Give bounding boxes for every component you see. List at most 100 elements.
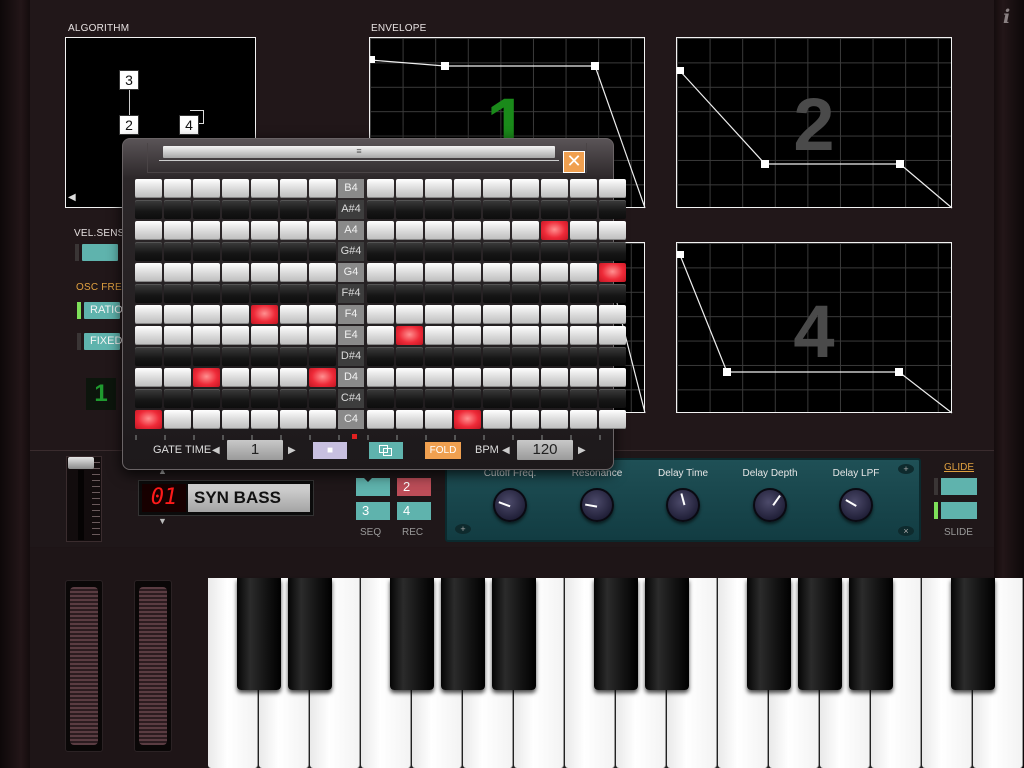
black-key[interactable] (237, 578, 281, 690)
step-cell[interactable] (512, 242, 539, 261)
step-cell[interactable] (483, 410, 510, 429)
step-cell[interactable] (251, 410, 278, 429)
step-cell[interactable] (396, 200, 423, 219)
step-cell[interactable] (541, 389, 568, 408)
step-cell[interactable] (280, 326, 307, 345)
step-cell[interactable] (541, 410, 568, 429)
step-cell[interactable] (483, 368, 510, 387)
step-cell[interactable] (570, 368, 597, 387)
vel-sens-button[interactable] (82, 244, 118, 261)
black-key[interactable] (492, 578, 536, 690)
step-cell[interactable] (599, 368, 626, 387)
step-cell[interactable] (396, 347, 423, 366)
step-cell[interactable] (599, 284, 626, 303)
step-cell[interactable] (454, 305, 481, 324)
step-cell[interactable] (570, 221, 597, 240)
step-cell[interactable] (367, 179, 394, 198)
step-cell[interactable] (251, 179, 278, 198)
step-cell[interactable] (280, 305, 307, 324)
fold-button[interactable]: FOLD (425, 442, 461, 459)
step-cell-active[interactable] (193, 368, 220, 387)
step-cell[interactable] (483, 305, 510, 324)
step-cell[interactable] (454, 326, 481, 345)
step-cell[interactable] (309, 326, 336, 345)
step-cell[interactable] (280, 242, 307, 261)
step-cell[interactable] (251, 389, 278, 408)
step-cell[interactable] (454, 179, 481, 198)
seq-button-4[interactable]: 4 (397, 502, 431, 520)
step-cell[interactable] (396, 305, 423, 324)
step-cell[interactable] (164, 221, 191, 240)
step-cell[interactable] (280, 200, 307, 219)
fixed-button[interactable]: FIXED (84, 333, 122, 350)
black-key[interactable] (798, 578, 842, 690)
step-cell[interactable] (367, 368, 394, 387)
step-cell[interactable] (193, 410, 220, 429)
step-cell[interactable] (193, 305, 220, 324)
step-cell[interactable] (454, 221, 481, 240)
step-cell[interactable] (454, 263, 481, 282)
slide-button[interactable] (941, 502, 977, 519)
step-cell[interactable] (222, 368, 249, 387)
step-cell[interactable] (309, 200, 336, 219)
step-cell[interactable] (454, 347, 481, 366)
step-cell[interactable] (599, 389, 626, 408)
step-cell[interactable] (425, 410, 452, 429)
step-cell[interactable] (570, 410, 597, 429)
step-cell[interactable] (367, 410, 394, 429)
step-cell[interactable] (309, 221, 336, 240)
step-cell[interactable] (512, 347, 539, 366)
step-cell[interactable] (512, 305, 539, 324)
step-cell[interactable] (280, 221, 307, 240)
step-cell[interactable] (512, 284, 539, 303)
step-cell[interactable] (425, 284, 452, 303)
step-cell[interactable] (280, 179, 307, 198)
step-cell[interactable] (570, 389, 597, 408)
effect-knob[interactable] (839, 488, 873, 522)
step-cell[interactable] (309, 263, 336, 282)
step-cell[interactable] (599, 200, 626, 219)
step-cell[interactable] (570, 305, 597, 324)
step-cell[interactable] (570, 263, 597, 282)
effect-knob[interactable] (753, 488, 787, 522)
step-cell[interactable] (251, 200, 278, 219)
step-cell[interactable] (309, 242, 336, 261)
black-key[interactable] (951, 578, 995, 690)
program-number[interactable]: 01 (142, 484, 186, 512)
step-cell[interactable] (222, 389, 249, 408)
ratio-button[interactable]: RATIO (84, 302, 123, 319)
envelope-panel-2[interactable]: 2 (676, 37, 953, 209)
step-cell[interactable] (425, 242, 452, 261)
bpm-left-arrow[interactable]: ◀ (502, 445, 510, 456)
step-cell[interactable] (454, 200, 481, 219)
stop-button[interactable]: ■ (313, 442, 347, 459)
step-cell[interactable] (135, 263, 162, 282)
step-cell[interactable] (222, 305, 249, 324)
step-cell-active[interactable] (251, 305, 278, 324)
step-cell[interactable] (367, 389, 394, 408)
seq-button-2[interactable]: 2 (397, 478, 431, 496)
step-cell[interactable] (570, 242, 597, 261)
step-cell[interactable] (396, 179, 423, 198)
step-cell[interactable] (454, 368, 481, 387)
step-cell[interactable] (425, 263, 452, 282)
step-cell[interactable] (367, 347, 394, 366)
step-cell[interactable] (367, 305, 394, 324)
info-icon[interactable]: i (1003, 6, 1017, 28)
step-cell[interactable] (512, 368, 539, 387)
step-cell[interactable] (396, 242, 423, 261)
step-cell[interactable] (193, 284, 220, 303)
step-cell[interactable] (222, 200, 249, 219)
step-cell[interactable] (367, 263, 394, 282)
step-cell[interactable] (541, 284, 568, 303)
step-cell[interactable] (367, 221, 394, 240)
step-cell[interactable] (599, 221, 626, 240)
step-cell[interactable] (164, 242, 191, 261)
step-cell[interactable] (280, 263, 307, 282)
step-cell[interactable] (164, 389, 191, 408)
step-cell-active[interactable] (309, 368, 336, 387)
step-cell[interactable] (483, 242, 510, 261)
gate-time-value[interactable]: 1 (227, 440, 283, 460)
step-cell[interactable] (135, 368, 162, 387)
step-cell[interactable] (251, 347, 278, 366)
